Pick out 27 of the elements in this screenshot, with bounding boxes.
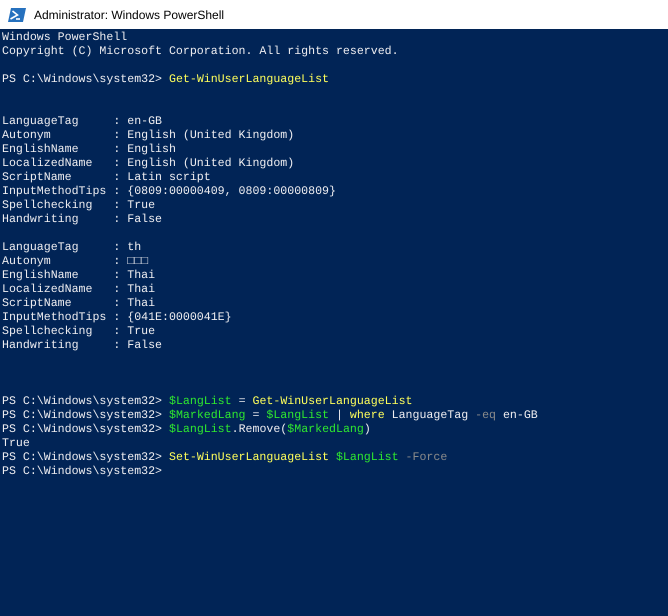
console-line: EnglishName : Thai (2, 269, 156, 283)
console-line: PS C:\Windows\system32> Get-WinUserLanguageList (2, 73, 330, 87)
console-line: PS C:\Windows\system32> $LangList.Remove($MarkedLang) (2, 423, 371, 437)
console-line: PS C:\Windows\system32> $MarkedLang = $LangList | where LanguageTag -eq en-GB (2, 409, 538, 423)
console-line: Spellchecking : True (2, 199, 156, 213)
console-line: Windows PowerShell (2, 31, 128, 45)
console-line: Autonym : English (United Kingdom) (2, 129, 294, 143)
console-line: InputMethodTips : {0809:00000409, 0809:00000809} (2, 185, 336, 199)
powershell-icon (8, 6, 26, 22)
console-line: Handwriting : False (2, 339, 162, 353)
console-line: PS C:\Windows\system32> Set-WinUserLanguageList $LangList -Force (2, 451, 448, 465)
console-line: InputMethodTips : {041E:0000041E} (2, 311, 232, 325)
console-line: PS C:\Windows\system32> $LangList = Get-WinUserLanguageList (2, 395, 413, 409)
console-line: Copyright (C) Microsoft Corporation. All rights reserved. (2, 45, 399, 59)
console-line: PS C:\Windows\system32> (2, 465, 164, 479)
console-line: ScriptName : Latin script (2, 171, 211, 185)
console-line: Spellchecking : True (2, 325, 156, 339)
console-line: LocalizedName : Thai (2, 283, 156, 297)
window-title: Administrator: Windows PowerShell (34, 6, 224, 24)
console-line: True (2, 437, 30, 451)
console-line: LocalizedName : English (United Kingdom) (2, 157, 294, 171)
console-line: ScriptName : Thai (2, 297, 156, 311)
console-line: EnglishName : English (2, 143, 176, 157)
console-line: LanguageTag : th (2, 241, 142, 255)
console-line: LanguageTag : en-GB (2, 115, 162, 129)
console-line: Autonym : □□□ (2, 255, 148, 269)
console-line: Handwriting : False (2, 213, 162, 227)
